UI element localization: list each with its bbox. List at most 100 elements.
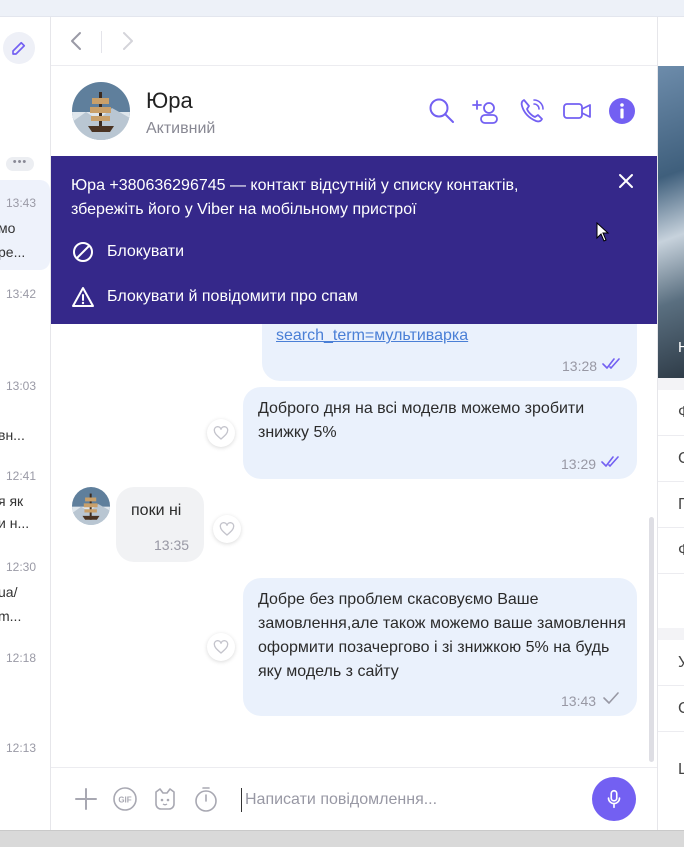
panel-row[interactable]: L bbox=[658, 747, 684, 793]
block-report-spam-button[interactable]: Блокувати й повідомити про спам bbox=[71, 285, 358, 309]
message-time: 13:43 bbox=[561, 693, 597, 709]
panel-row-label: L bbox=[678, 761, 684, 779]
message-link[interactable]: search_term=мультиварка bbox=[276, 324, 616, 348]
svg-text:GIF: GIF bbox=[118, 796, 131, 805]
call-icon[interactable] bbox=[517, 96, 547, 126]
heart-icon bbox=[213, 640, 229, 654]
chat-list-preview: m... bbox=[0, 608, 22, 624]
info-icon[interactable] bbox=[607, 96, 637, 126]
chat-list-item[interactable]: 13:42 bbox=[0, 275, 50, 355]
contact-avatar[interactable] bbox=[72, 82, 130, 140]
panel-row[interactable]: Ф bbox=[658, 390, 684, 436]
block-report-spam-label: Блокувати й повідомити про спам bbox=[107, 288, 358, 305]
chat-list-preview: ua/ bbox=[0, 584, 18, 600]
sender-avatar[interactable] bbox=[72, 487, 110, 525]
chat-list-item[interactable]: 13:43 мо ре... bbox=[0, 180, 50, 270]
compose-icon bbox=[12, 41, 26, 55]
chat-list-preview: ре... bbox=[0, 244, 26, 260]
message-text: Доброго дня на всі моделв можемо зробити… bbox=[258, 400, 585, 441]
text-caret bbox=[241, 788, 242, 812]
heart-icon bbox=[219, 522, 235, 536]
chat-list-time: 12:13 bbox=[5, 741, 36, 755]
close-icon[interactable] bbox=[617, 172, 635, 190]
message-composer: GIF bbox=[51, 767, 657, 830]
unknown-contact-banner: Юра +380636296745 — контакт відсутній у … bbox=[51, 156, 657, 324]
timer-icon[interactable] bbox=[193, 786, 219, 812]
message-bubble-outgoing[interactable]: Добре без проблем скасовуємо Ваше замовл… bbox=[243, 578, 637, 716]
message-time: 13:28 bbox=[562, 358, 598, 374]
chat-window: Юра Активний Юра +380636296745 — контакт… bbox=[51, 17, 657, 830]
scrollbar[interactable] bbox=[649, 517, 654, 762]
microphone-icon bbox=[607, 789, 621, 809]
panel-row[interactable]: У bbox=[658, 640, 684, 686]
gif-icon[interactable]: GIF bbox=[112, 786, 138, 812]
panel-separator bbox=[658, 378, 684, 390]
message-time: 13:29 bbox=[561, 456, 597, 472]
contact-info-panel: Н Ф С Г Ф У С L bbox=[657, 17, 684, 830]
contact-status: Активний bbox=[146, 120, 216, 137]
contact-name: Юра bbox=[146, 88, 193, 113]
panel-row-label: С bbox=[678, 700, 684, 718]
panel-row-label: С bbox=[678, 450, 684, 468]
message-text: Добре без проблем скасовуємо Ваше замовл… bbox=[258, 591, 626, 680]
double-check-icon bbox=[602, 358, 620, 369]
chat-list-time: 12:41 bbox=[5, 469, 36, 483]
compose-button[interactable] bbox=[3, 32, 35, 64]
chat-list-time: 13:42 bbox=[5, 287, 36, 301]
heart-icon bbox=[213, 426, 229, 440]
panel-row-label: Г bbox=[678, 496, 684, 514]
warning-icon bbox=[72, 287, 94, 307]
avatar-image bbox=[72, 487, 110, 525]
panel-row-label: Ф bbox=[678, 542, 684, 560]
chat-list-preview: и н... bbox=[0, 515, 30, 531]
chat-list-item[interactable]: 12:30 ua/ m... bbox=[0, 549, 50, 639]
message-bubble-outgoing[interactable]: Доброго дня на всі моделв можемо зробити… bbox=[243, 387, 637, 479]
panel-row-label: У bbox=[678, 654, 684, 672]
chat-list-time: 12:30 bbox=[5, 560, 36, 574]
block-button[interactable]: Блокувати bbox=[71, 240, 184, 264]
chat-list: ••• 13:43 мо ре... 13:42 13:03 вн... 12:… bbox=[0, 17, 51, 830]
like-button[interactable] bbox=[207, 633, 235, 661]
sticker-icon[interactable] bbox=[152, 786, 178, 812]
window-bottom-strip bbox=[0, 830, 684, 847]
banner-text: Юра +380636296745 — контакт відсутній у … bbox=[71, 177, 519, 218]
message-input[interactable] bbox=[245, 786, 575, 814]
forward-arrow-icon[interactable] bbox=[115, 29, 139, 53]
block-icon bbox=[73, 242, 93, 262]
chat-list-time: 13:03 bbox=[5, 379, 36, 393]
more-dots-icon[interactable]: ••• bbox=[6, 157, 34, 171]
contact-photo[interactable]: Н bbox=[658, 66, 684, 378]
chat-list-item[interactable]: 12:18 bbox=[0, 642, 50, 722]
panel-row-label: Ф bbox=[678, 404, 684, 422]
chat-list-time: 12:18 bbox=[5, 651, 36, 665]
message-bubble-outgoing[interactable]: search_term=мультиварка 13:28 bbox=[262, 324, 637, 381]
plus-icon[interactable] bbox=[73, 786, 99, 812]
chat-list-time: 13:43 bbox=[5, 196, 36, 210]
chat-list-preview: вн... bbox=[0, 427, 25, 443]
like-button[interactable] bbox=[213, 515, 241, 543]
panel-row[interactable]: С bbox=[658, 686, 684, 732]
chat-list-item[interactable]: 12:41 я як и н... bbox=[0, 457, 50, 547]
mouse-cursor-icon bbox=[596, 222, 610, 242]
chat-list-item[interactable]: 12:13 bbox=[0, 732, 50, 812]
message-bubble-incoming[interactable]: поки ні 13:35 bbox=[116, 487, 204, 562]
add-participant-icon[interactable] bbox=[472, 96, 502, 126]
chat-header: Юра Активний bbox=[51, 66, 657, 156]
message-list: search_term=мультиварка 13:28 Доброго дн… bbox=[51, 324, 657, 767]
panel-row[interactable]: Ф bbox=[658, 528, 684, 574]
panel-row[interactable]: С bbox=[658, 436, 684, 482]
block-label: Блокувати bbox=[107, 243, 185, 260]
like-button[interactable] bbox=[207, 419, 235, 447]
nav-separator bbox=[101, 31, 102, 53]
chat-list-preview: мо bbox=[0, 220, 16, 236]
double-check-icon bbox=[601, 456, 619, 467]
back-arrow-icon[interactable] bbox=[65, 29, 89, 53]
avatar-image bbox=[72, 82, 130, 140]
search-icon[interactable] bbox=[427, 96, 457, 126]
chat-list-item[interactable]: 13:03 вн... bbox=[0, 367, 50, 447]
check-icon bbox=[603, 692, 619, 704]
message-text: поки ні bbox=[131, 502, 182, 519]
voice-message-button[interactable] bbox=[592, 777, 636, 821]
panel-row[interactable]: Г bbox=[658, 482, 684, 528]
video-call-icon[interactable] bbox=[562, 96, 592, 126]
